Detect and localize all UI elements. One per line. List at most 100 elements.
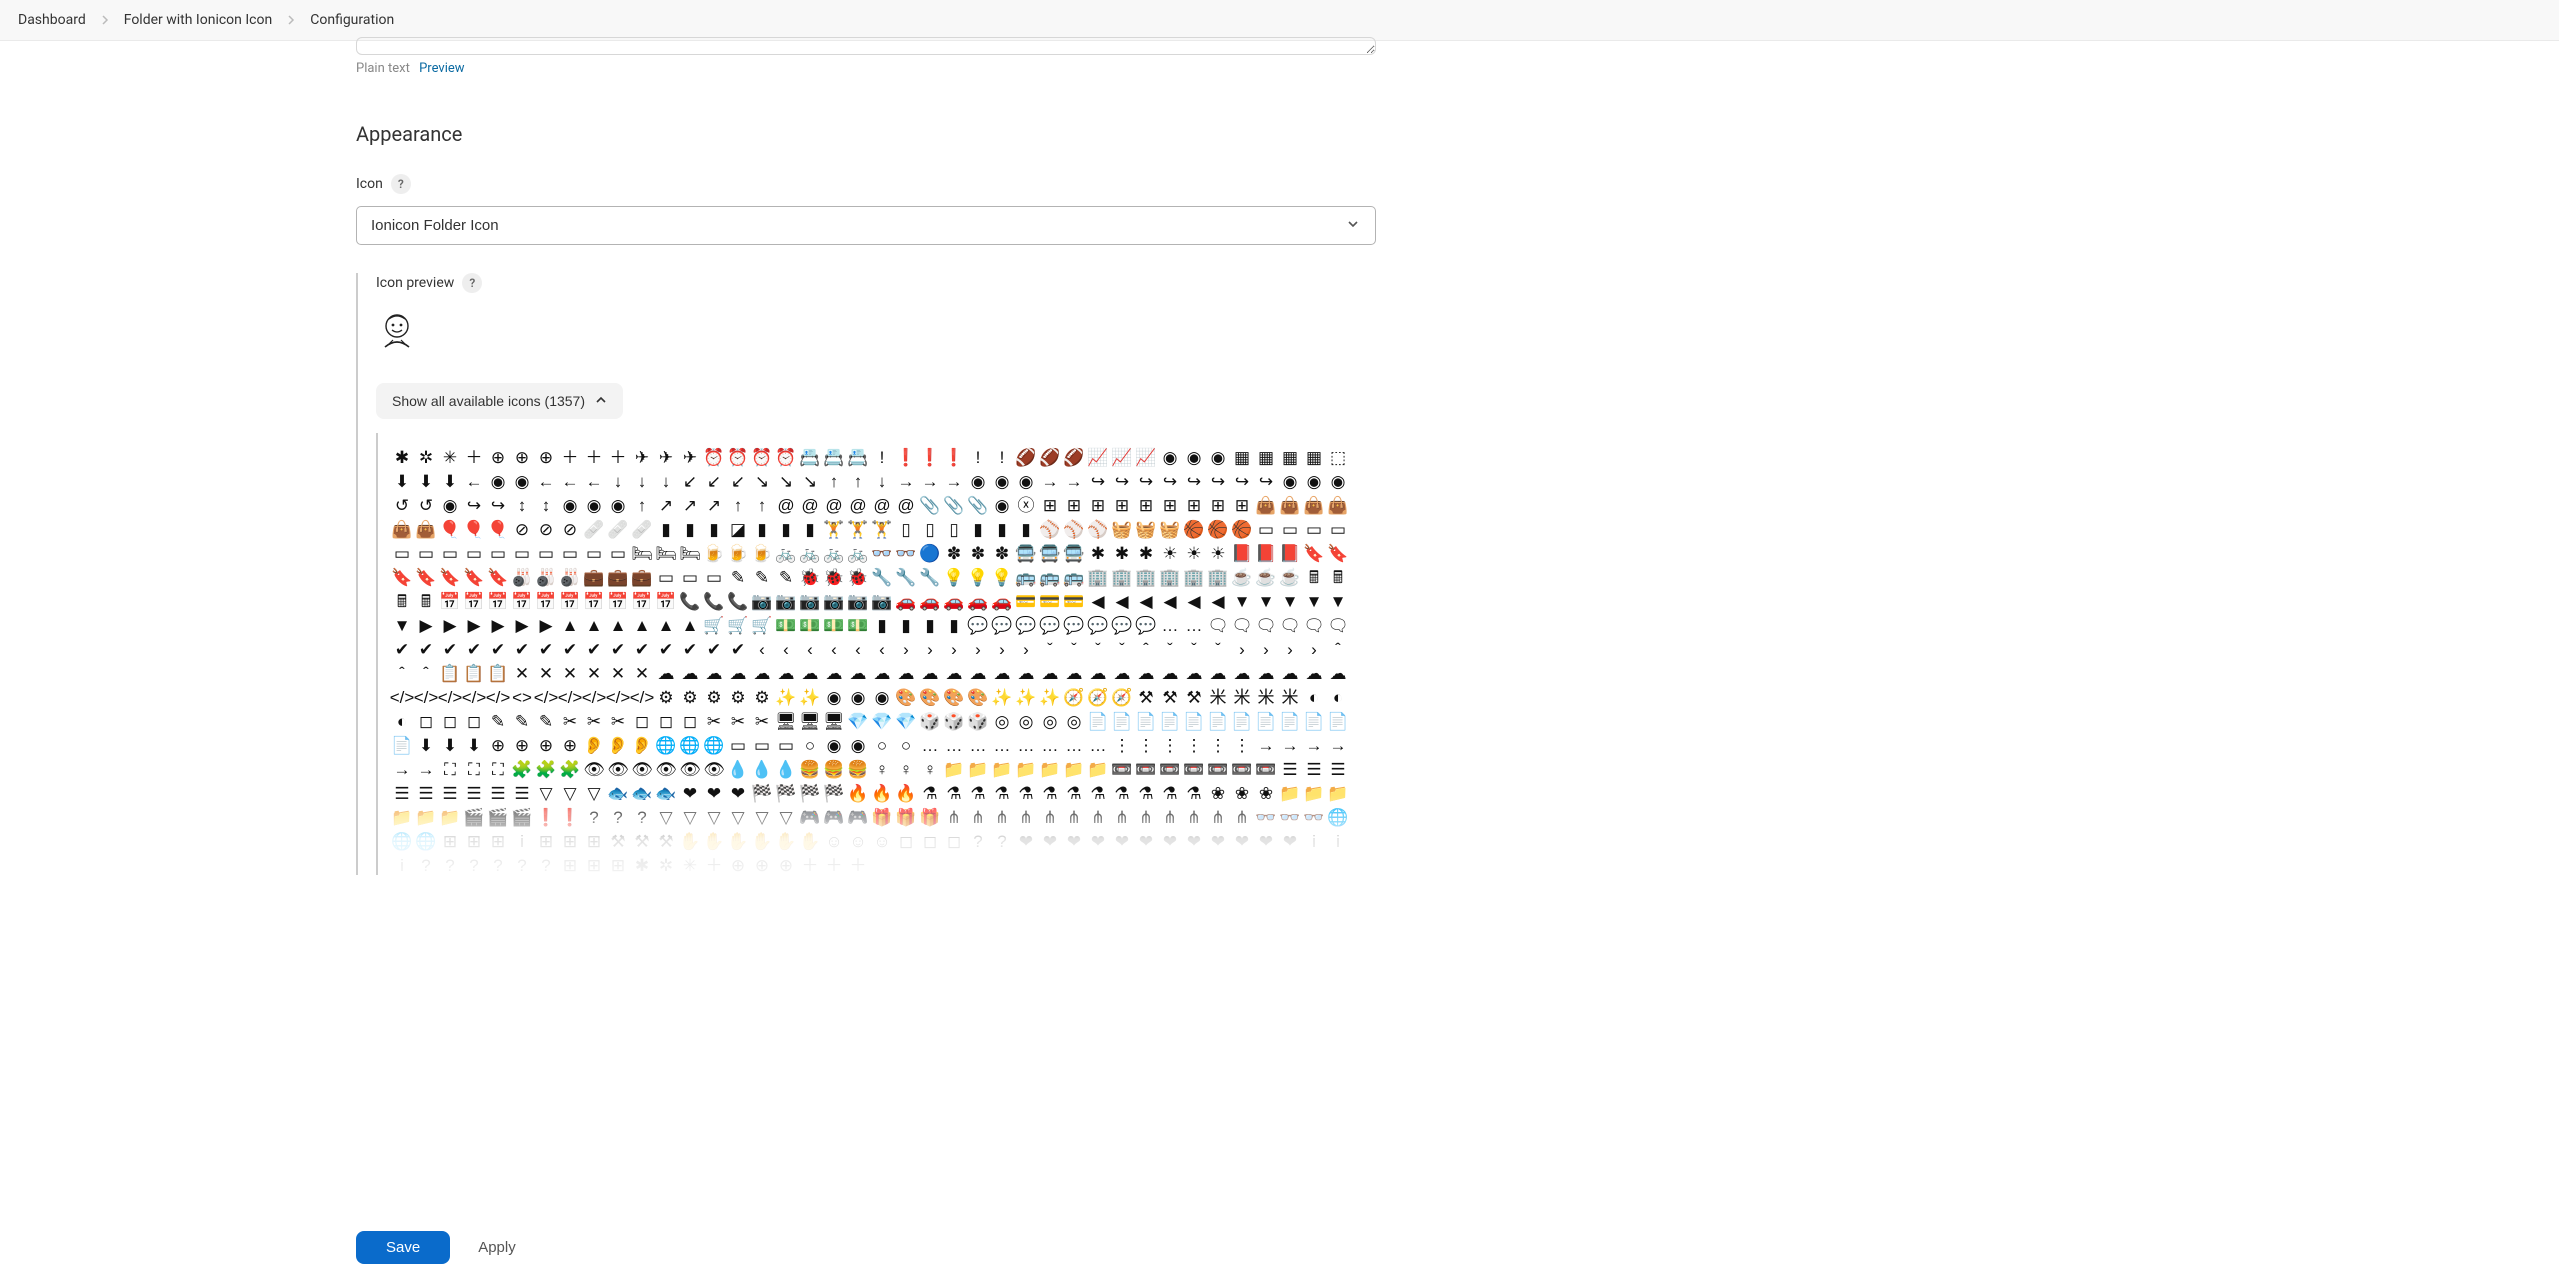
icon-option[interactable]: ☁ [1136,663,1156,683]
icon-option[interactable]: ▮ [680,519,700,539]
icon-option[interactable]: ▲ [584,615,604,635]
icon-option[interactable]: ☀ [1208,543,1228,563]
icon-option[interactable]: 🏁 [776,783,796,803]
icon-option[interactable]: ▯ [896,519,916,539]
icon-option[interactable]: ⋔ [1184,807,1204,827]
icon-option[interactable]: ✱ [392,447,412,467]
icon-option[interactable]: ❀ [1208,783,1228,803]
icon-option[interactable]: ✔ [704,639,724,659]
icon-option[interactable]: ✽ [944,543,964,563]
icon-option[interactable]: ☁ [1016,663,1036,683]
icon-option[interactable]: ◻ [896,831,916,851]
icon-option[interactable]: 🐞 [848,567,868,587]
icon-option[interactable]: ✎ [536,711,556,731]
icon-option[interactable]: 🏋 [848,519,868,539]
icon-option[interactable]: ▮ [800,519,820,539]
icon-option[interactable]: ☁ [728,663,748,683]
icon-option[interactable]: ✔ [656,639,676,659]
icon-option[interactable]: ? [416,855,436,875]
icon-option[interactable]: ▦ [1256,447,1276,467]
icon-option[interactable]: ↪ [1184,471,1204,491]
icon-option[interactable]: ☁ [896,663,916,683]
icon-option[interactable]: ↪ [1232,471,1252,491]
icon-option[interactable]: ▭ [656,567,676,587]
icon-option[interactable]: → [944,471,964,491]
icon-option[interactable]: 📕 [1256,543,1276,563]
icon-option[interactable]: ▮ [656,519,676,539]
icon-option[interactable]: 🚌 [1016,567,1036,587]
icon-option[interactable]: ✱ [1112,543,1132,563]
icon-option[interactable]: ▼ [1232,591,1252,611]
icon-option[interactable]: ◀ [1112,591,1132,611]
icon-option[interactable]: ☁ [1280,663,1300,683]
icon-option[interactable]: ⬇ [416,735,436,755]
icon-option[interactable]: ▶ [416,615,436,635]
icon-option[interactable]: ↓ [632,471,652,491]
icon-option[interactable]: ▦ [1232,447,1252,467]
icon-option[interactable]: ◉ [1160,447,1180,467]
icon-option[interactable]: ⊞ [1160,495,1180,515]
icon-option[interactable]: 🔖 [1304,543,1324,563]
icon-option[interactable]: ☁ [1256,663,1276,683]
icon-option[interactable]: ⊕ [512,447,532,467]
help-icon[interactable]: ? [462,273,482,293]
icon-option[interactable]: ▽ [680,807,700,827]
icon-option[interactable]: 👜 [1256,495,1276,515]
icon-option[interactable]: 💡 [992,567,1012,587]
icon-option[interactable]: ◻ [656,711,676,731]
icon-option[interactable]: 🚍 [1016,543,1036,563]
icon-option[interactable]: ⊞ [1208,495,1228,515]
icon-option[interactable]: ▮ [752,519,772,539]
icon-option[interactable]: 📁 [440,807,460,827]
icon-option[interactable]: ❤ [680,783,700,803]
icon-option[interactable]: 📅 [584,591,604,611]
icon-option[interactable]: ⊞ [560,855,580,875]
icon-option[interactable]: 🔥 [896,783,916,803]
icon-option[interactable]: ⚒ [656,831,676,851]
icon-option[interactable]: 🏢 [1160,567,1180,587]
icon-option[interactable]: 🌐 [680,735,700,755]
icon-option[interactable]: 🐟 [656,783,676,803]
icon-option[interactable]: ▮ [920,615,940,635]
icon-option[interactable]: › [1232,639,1252,659]
icon-option[interactable]: ▽ [728,807,748,827]
icon-option[interactable]: ▮ [776,519,796,539]
icon-option[interactable]: 🗨 [1328,615,1348,635]
icon-option[interactable]: </> [632,687,652,707]
icon-option[interactable]: 🎨 [968,687,988,707]
icon-option[interactable]: 💬 [1016,615,1036,635]
icon-option[interactable]: 🏢 [1184,567,1204,587]
icon-option[interactable]: ↙ [680,471,700,491]
icon-option[interactable]: ✂ [752,711,772,731]
icon-option[interactable]: ↑ [728,495,748,515]
icon-option[interactable]: ◉ [848,687,868,707]
apply-button[interactable]: Apply [478,1239,516,1256]
icon-option[interactable]: 💳 [1040,591,1060,611]
icon-option[interactable]: ▽ [584,783,604,803]
icon-option[interactable]: 🩹 [608,519,628,539]
icon-option[interactable]: ▲ [632,615,652,635]
icon-option[interactable]: </> [392,687,412,707]
icon-option[interactable]: ✂ [584,711,604,731]
icon-option[interactable]: ❤ [1184,831,1204,851]
icon-option[interactable]: ✎ [776,567,796,587]
icon-option[interactable]: ◉ [1016,471,1036,491]
show-all-icons-button[interactable]: Show all available icons (1357) [376,383,623,419]
icon-option[interactable]: 米 [1232,687,1252,707]
icon-option[interactable]: ⚾ [1040,519,1060,539]
icon-option[interactable]: ☺ [872,831,892,851]
icon-option[interactable]: 📅 [464,591,484,611]
icon-option[interactable]: ? [488,855,508,875]
icon-option[interactable]: ▶ [512,615,532,635]
icon-option[interactable]: 👓 [896,543,916,563]
icon-option[interactable]: ▯ [920,519,940,539]
icon-option[interactable]: ⚗ [920,783,940,803]
icon-option[interactable]: ▭ [608,543,628,563]
icon-option[interactable]: ⋔ [1016,807,1036,827]
icon-option[interactable]: ‹ [752,639,772,659]
icon-option[interactable]: ✔ [392,639,412,659]
icon-option[interactable]: 📼 [1232,759,1252,779]
icon-option[interactable]: 👁 [608,759,628,779]
icon-option[interactable]: ❤ [1088,831,1108,851]
icon-option[interactable]: 🧺 [1160,519,1180,539]
